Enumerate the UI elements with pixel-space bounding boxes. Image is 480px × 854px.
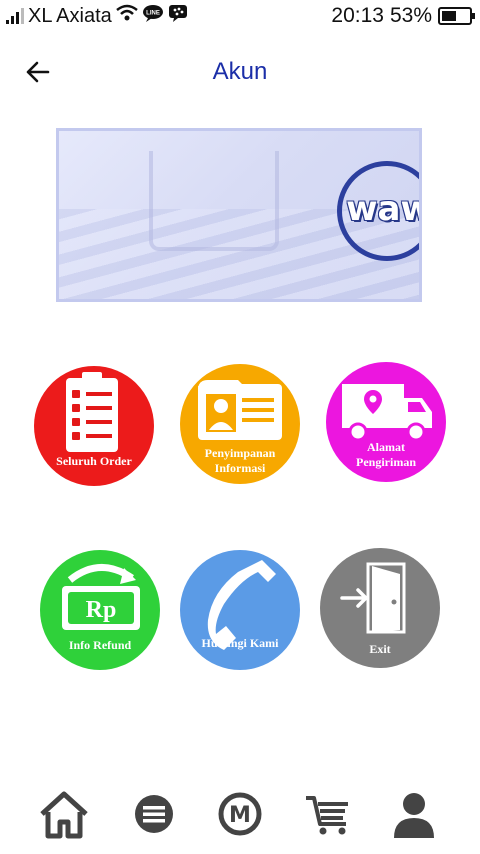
brand-logo: waw: [346, 189, 419, 229]
status-left: XL Axiata LINE: [6, 4, 188, 28]
battery-icon: [438, 7, 475, 25]
cart-illustration: [149, 151, 279, 251]
phone-icon: [207, 560, 276, 650]
menu-list-icon: [135, 795, 173, 833]
page-title: Akun: [212, 58, 268, 85]
menu-penyimpanan-informasi[interactable]: Penyimpanan Informasi: [180, 364, 300, 484]
menu-info-refund[interactable]: Rp Info Refund: [40, 550, 160, 670]
menu-label: Exit: [369, 642, 391, 656]
svg-text:LINE: LINE: [146, 11, 160, 17]
account-banner: waw 2: [56, 128, 422, 302]
app-header: Akun: [0, 44, 480, 100]
nav-m[interactable]: M: [210, 784, 270, 844]
m-logo-icon: M: [218, 792, 262, 836]
signal-icon: [6, 8, 24, 24]
nav-menu[interactable]: [124, 784, 184, 844]
bottom-navigation: M: [0, 780, 480, 850]
clock: 20:13: [331, 4, 384, 27]
user-icon: [394, 793, 434, 838]
nav-account[interactable]: [384, 784, 444, 844]
home-icon: [40, 791, 88, 839]
menu-alamat-pengiriman[interactable]: Alamat Pengiriman: [326, 362, 446, 482]
status-right: 20:13 53%: [331, 4, 475, 28]
svg-text:M: M: [229, 803, 251, 828]
svg-text:Rp: Rp: [86, 597, 117, 623]
menu-label-line2: Informasi: [214, 461, 266, 475]
menu-seluruh-order[interactable]: Seluruh Order: [34, 366, 154, 486]
line-icon: LINE: [142, 4, 164, 28]
nav-cart[interactable]: [298, 784, 358, 844]
menu-label-line2: Pengiriman: [356, 455, 416, 469]
battery-percent: 53%: [389, 4, 432, 27]
menu-label-line1: Penyimpanan: [204, 446, 276, 460]
menu-hubungi-kami[interactable]: Hubungi Kami: [180, 550, 300, 670]
battery-fill: [442, 11, 456, 21]
menu-exit[interactable]: Exit: [320, 548, 440, 668]
menu-label: Seluruh Order: [56, 454, 132, 468]
status-bar: XL Axiata LINE 20:13 53%: [0, 0, 480, 34]
carrier-name: XL Axiata: [28, 4, 112, 27]
menu-label: Hubungi Kami: [201, 636, 279, 650]
bbm-icon: [168, 4, 188, 28]
cart-icon: [306, 796, 348, 835]
wifi-icon: [115, 4, 138, 28]
menu-label: Info Refund: [68, 638, 132, 652]
nav-home[interactable]: [34, 784, 94, 844]
menu-label-line1: Alamat: [367, 440, 405, 454]
